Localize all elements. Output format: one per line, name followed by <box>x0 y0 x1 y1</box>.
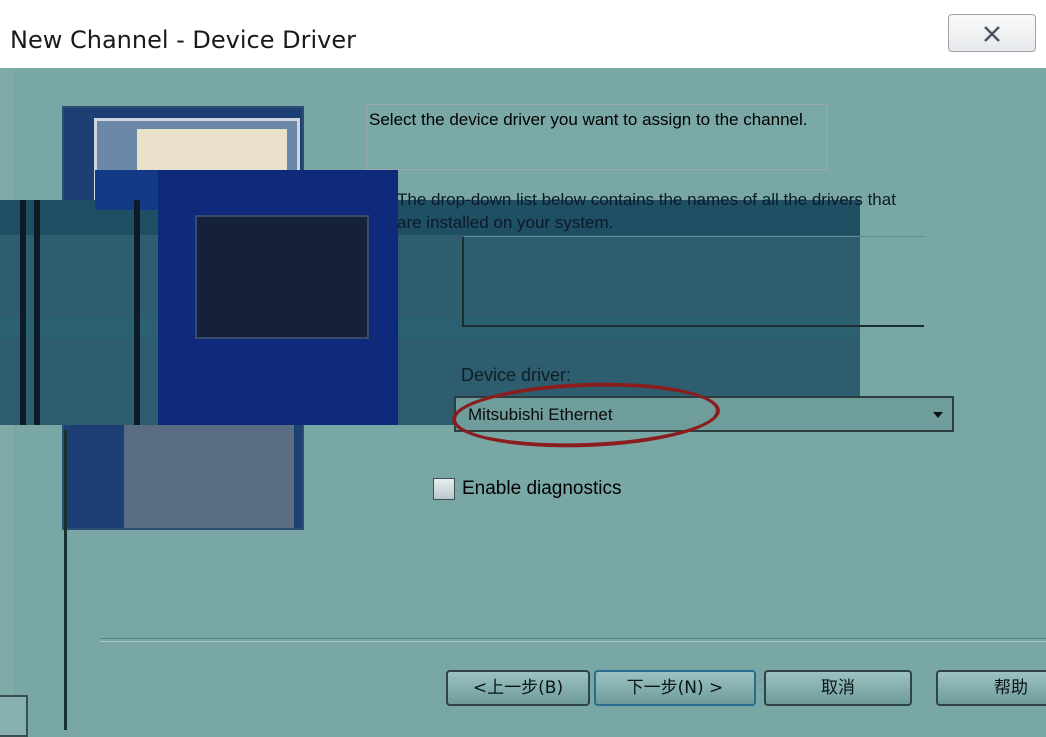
back-button[interactable]: <上一步(B) <box>446 670 590 706</box>
cancel-button[interactable]: 取消 <box>764 670 912 706</box>
next-button[interactable]: 下一步(N) > <box>594 670 756 706</box>
window-title: New Channel - Device Driver <box>10 26 356 54</box>
device-driver-label: Device driver: <box>461 365 572 385</box>
close-button[interactable] <box>948 14 1036 52</box>
description-line-2: The drop-down list below contains the na… <box>397 190 896 232</box>
background-window-edge <box>0 695 28 737</box>
driver-info-box <box>462 236 924 327</box>
close-icon <box>984 26 1000 42</box>
device-graphic <box>124 408 294 528</box>
help-button[interactable]: 帮助 <box>936 670 1046 706</box>
enable-diagnostics-checkbox[interactable] <box>433 478 455 500</box>
enable-diagnostics-label[interactable]: Enable diagnostics <box>462 478 622 500</box>
separator-line <box>100 638 1046 642</box>
pc-graphic <box>195 215 369 339</box>
dropdown-arrow-icon[interactable] <box>928 404 948 424</box>
description-line-1: Select the device driver you want to ass… <box>369 110 808 129</box>
inner-frame-edge <box>64 430 67 730</box>
title-bar: New Channel - Device Driver <box>0 0 1046 68</box>
